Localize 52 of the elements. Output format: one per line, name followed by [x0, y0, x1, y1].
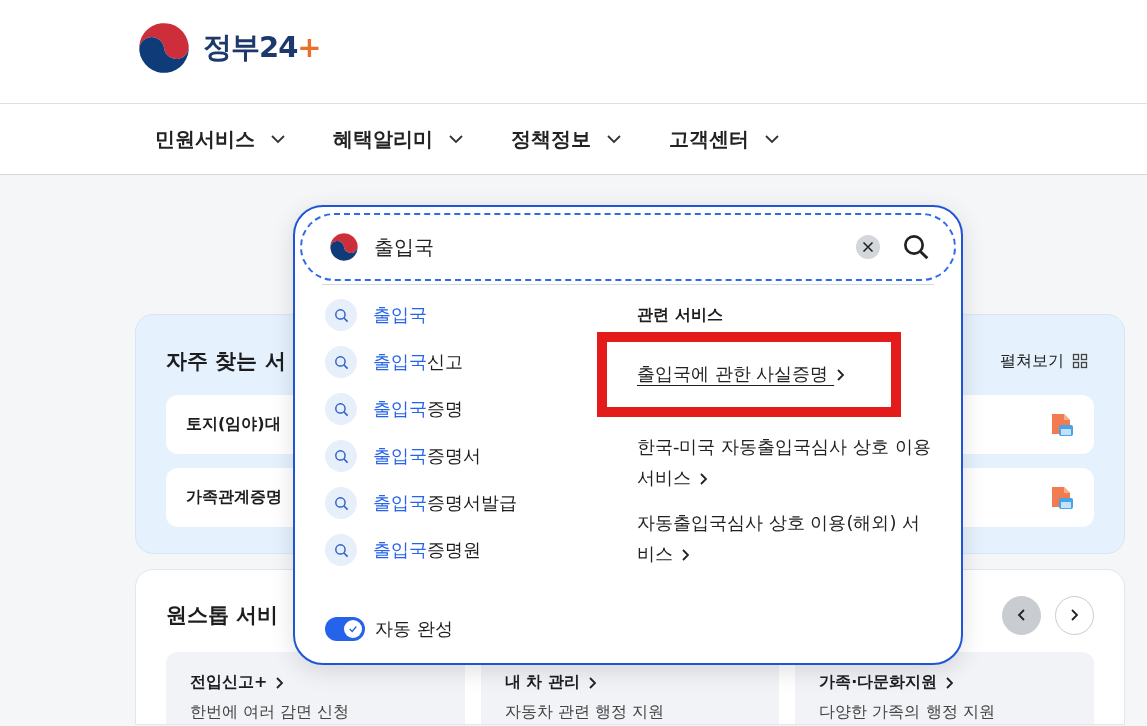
chevron-right-icon [275, 675, 285, 690]
logo-text: 정부24+ [203, 28, 321, 66]
related-heading: 관련 서비스 [637, 305, 724, 326]
search-icon [325, 346, 357, 378]
service-card[interactable]: 가족·다문화지원 다양한 가족의 행정 지원 [795, 652, 1094, 724]
card-description: 자동차 관련 행정 지원 [504, 703, 665, 721]
pdf-print-icon [1050, 484, 1074, 511]
nav-menu[interactable]: 혜택알리미 [333, 125, 465, 153]
chevron-right-icon [836, 368, 846, 382]
previous-button[interactable] [1002, 595, 1041, 635]
grid-icon [1072, 353, 1088, 369]
card-title: 내 차 관리 [504, 672, 580, 693]
suggestion-item[interactable]: 출입국증명서 [325, 440, 481, 472]
pdf-print-icon [1050, 411, 1074, 438]
chevron-right-icon [680, 548, 690, 562]
section-title: 자주 찾는 서 [166, 348, 286, 375]
card-title: 가족·다문화지원 [819, 672, 938, 693]
chevron-right-icon [945, 675, 955, 690]
suggestion-item[interactable]: 출입국증명원 [325, 534, 481, 566]
suggestion-item[interactable]: 출입국증명 [325, 393, 463, 425]
related-link[interactable]: 자동출입국심사 상호 이용(해외) 서비스 [637, 507, 937, 569]
chevron-left-icon [1017, 608, 1026, 622]
chevron-right-icon [1070, 608, 1079, 622]
service-card[interactable]: 전입신고+ 한번에 여러 감면 신청 [166, 652, 465, 724]
autocomplete-toggle[interactable] [325, 617, 365, 641]
search-input[interactable]: 출입국 [374, 235, 842, 259]
chevron-right-icon [698, 472, 708, 486]
suggestion-item[interactable]: 출입국신고 [325, 346, 463, 378]
search-icon [325, 440, 357, 472]
nav-menu[interactable]: 민원서비스 [155, 125, 287, 153]
nav-menu[interactable]: 고객센터 [669, 125, 781, 153]
autocomplete-label: 자동 완성 [375, 617, 453, 641]
emblem-icon [328, 231, 360, 263]
expand-link[interactable]: 펼쳐보기 [1000, 350, 1088, 372]
check-icon [348, 624, 358, 634]
related-link[interactable]: 한국-미국 자동출입국심사 상호 이용 서비스 [637, 431, 937, 493]
search-icon [325, 393, 357, 425]
clear-icon[interactable] [856, 235, 880, 259]
related-link[interactable]: 출입국에 관한 사실증명 [637, 358, 867, 389]
section-title: 원스톱 서비 [166, 602, 279, 629]
card-description: 다양한 가족의 행정 지원 [819, 703, 996, 721]
card-description: 한번에 여러 감면 신청 [190, 703, 351, 721]
search-icon [325, 299, 357, 331]
search-icon[interactable] [902, 233, 930, 261]
card-title: 전입신고+ [190, 672, 268, 693]
suggestion-item[interactable]: 출입국 [325, 299, 427, 331]
search-icon [325, 487, 357, 519]
search-field[interactable]: 출입국 [300, 213, 956, 281]
chevron-right-icon [587, 675, 597, 690]
suggestion-item[interactable]: 출입국증명서발급 [325, 487, 517, 519]
search-icon [325, 534, 357, 566]
nav-menu[interactable]: 정책정보 [511, 125, 623, 153]
